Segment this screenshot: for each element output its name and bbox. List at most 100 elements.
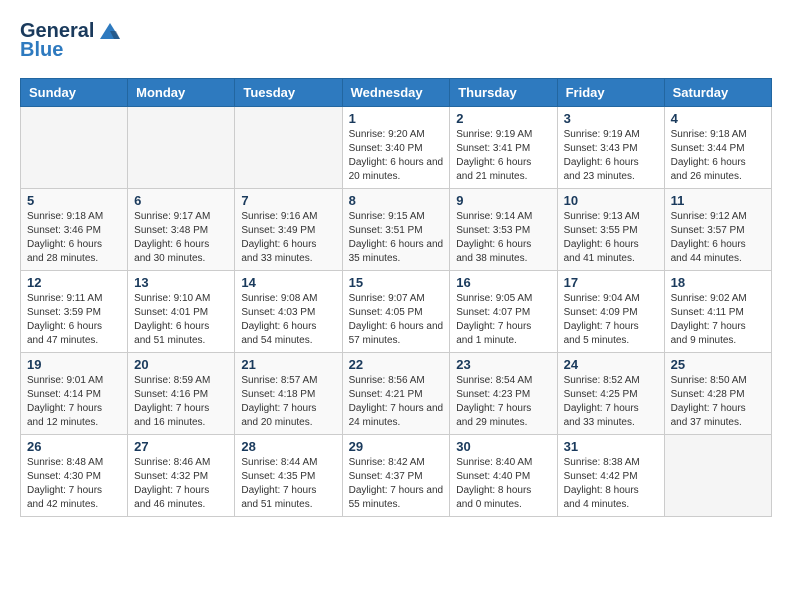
day-header-wednesday: Wednesday	[342, 79, 450, 107]
calendar-day: 12 Sunrise: 9:11 AM Sunset: 3:59 PM Dayli…	[21, 271, 128, 353]
day-info: Sunrise: 9:20 AM Sunset: 3:40 PM Dayligh…	[349, 128, 444, 184]
day-number: 16	[456, 275, 550, 290]
calendar-day: 2Sunrise: 9:19 AM Sunset: 3:41 PM Daylig…	[450, 107, 557, 189]
day-header-thursday: Thursday	[450, 79, 557, 107]
day-number: 13	[134, 275, 228, 290]
day-number: 9	[456, 193, 550, 208]
calendar-day: 24 Sunrise: 8:52 AM Sunset: 4:25 PM Dayli…	[557, 353, 664, 435]
calendar-week-row: 5 Sunrise: 9:18 AM Sunset: 3:46 PM Daylig…	[21, 189, 772, 271]
calendar-day: 16 Sunrise: 9:05 AM Sunset: 4:07 PM Dayli…	[450, 271, 557, 353]
day-info: Sunrise: 9:13 AM Sunset: 3:55 PM Dayligh…	[564, 210, 658, 266]
calendar: SundayMondayTuesdayWednesdayThursdayFrid…	[20, 78, 772, 517]
day-header-sunday: Sunday	[21, 79, 128, 107]
day-number: 11	[671, 193, 765, 208]
day-number: 14	[241, 275, 335, 290]
day-info: Sunrise: 8:50 AM Sunset: 4:28 PM Dayligh…	[671, 374, 765, 430]
day-number: 17	[564, 275, 658, 290]
logo-icon	[96, 21, 124, 43]
calendar-day: 1 Sunrise: 9:20 AM Sunset: 3:40 PM Daylig…	[342, 107, 450, 189]
day-info: Sunrise: 9:18 AM Sunset: 3:44 PM Dayligh…	[671, 128, 765, 184]
calendar-week-row: 19 Sunrise: 9:01 AM Sunset: 4:14 PM Dayli…	[21, 353, 772, 435]
calendar-day: 19 Sunrise: 9:01 AM Sunset: 4:14 PM Dayli…	[21, 353, 128, 435]
calendar-day: 20Sunrise: 8:59 AM Sunset: 4:16 PM Dayli…	[128, 353, 235, 435]
calendar-day: 8 Sunrise: 9:15 AM Sunset: 3:51 PM Daylig…	[342, 189, 450, 271]
day-info: Sunrise: 9:15 AM Sunset: 3:51 PM Dayligh…	[349, 210, 444, 266]
day-info: Sunrise: 9:17 AM Sunset: 3:48 PM Dayligh…	[134, 210, 228, 266]
calendar-day: 29 Sunrise: 8:42 AM Sunset: 4:37 PM Dayli…	[342, 435, 450, 517]
calendar-week-row: 1 Sunrise: 9:20 AM Sunset: 3:40 PM Daylig…	[21, 107, 772, 189]
day-number: 30	[456, 439, 550, 454]
calendar-day	[664, 435, 771, 517]
day-info: Sunrise: 8:46 AM Sunset: 4:32 PM Dayligh…	[134, 456, 228, 512]
calendar-day: 11 Sunrise: 9:12 AM Sunset: 3:57 PM Dayli…	[664, 189, 771, 271]
day-number: 15	[349, 275, 444, 290]
day-number: 5	[27, 193, 121, 208]
day-number: 21	[241, 357, 335, 372]
day-number: 28	[241, 439, 335, 454]
day-info: Sunrise: 9:16 AM Sunset: 3:49 PM Dayligh…	[241, 210, 335, 266]
day-info: Sunrise: 9:07 AM Sunset: 4:05 PM Dayligh…	[349, 292, 444, 348]
calendar-day: 3 Sunrise: 9:19 AM Sunset: 3:43 PM Daylig…	[557, 107, 664, 189]
day-info: Sunrise: 9:19 AM Sunset: 3:41 PM Dayligh…	[456, 128, 550, 184]
day-number: 19	[27, 357, 121, 372]
day-info: Sunrise: 9:02 AM Sunset: 4:11 PM Dayligh…	[671, 292, 765, 348]
day-number: 3	[564, 111, 658, 126]
calendar-day: 26 Sunrise: 8:48 AM Sunset: 4:30 PM Dayli…	[21, 435, 128, 517]
calendar-day: 21 Sunrise: 8:57 AM Sunset: 4:18 PM Dayli…	[235, 353, 342, 435]
calendar-day: 5 Sunrise: 9:18 AM Sunset: 3:46 PM Daylig…	[21, 189, 128, 271]
calendar-day: 13 Sunrise: 9:10 AM Sunset: 4:01 PM Dayli…	[128, 271, 235, 353]
calendar-day	[128, 107, 235, 189]
day-number: 4	[671, 111, 765, 126]
day-header-tuesday: Tuesday	[235, 79, 342, 107]
day-info: Sunrise: 9:10 AM Sunset: 4:01 PM Dayligh…	[134, 292, 228, 348]
calendar-day	[235, 107, 342, 189]
day-info: Sunrise: 8:56 AM Sunset: 4:21 PM Dayligh…	[349, 374, 444, 430]
day-info: Sunrise: 9:01 AM Sunset: 4:14 PM Dayligh…	[27, 374, 121, 430]
calendar-day: 30 Sunrise: 8:40 AM Sunset: 4:40 PM Dayli…	[450, 435, 557, 517]
page-header: General Blue	[20, 20, 772, 62]
calendar-day: 17 Sunrise: 9:04 AM Sunset: 4:09 PM Dayli…	[557, 271, 664, 353]
day-info: Sunrise: 9:05 AM Sunset: 4:07 PM Dayligh…	[456, 292, 550, 348]
day-number: 24	[564, 357, 658, 372]
day-info: Sunrise: 8:48 AM Sunset: 4:30 PM Dayligh…	[27, 456, 121, 512]
calendar-day: 31Sunrise: 8:38 AM Sunset: 4:42 PM Dayli…	[557, 435, 664, 517]
day-info: Sunrise: 8:59 AM Sunset: 4:16 PM Dayligh…	[134, 374, 228, 430]
calendar-day: 18Sunrise: 9:02 AM Sunset: 4:11 PM Dayli…	[664, 271, 771, 353]
day-number: 12	[27, 275, 121, 290]
day-info: Sunrise: 9:11 AM Sunset: 3:59 PM Dayligh…	[27, 292, 121, 348]
day-info: Sunrise: 8:44 AM Sunset: 4:35 PM Dayligh…	[241, 456, 335, 512]
calendar-day: 6Sunrise: 9:17 AM Sunset: 3:48 PM Daylig…	[128, 189, 235, 271]
day-number: 1	[349, 111, 444, 126]
calendar-day: 23Sunrise: 8:54 AM Sunset: 4:23 PM Dayli…	[450, 353, 557, 435]
day-info: Sunrise: 8:52 AM Sunset: 4:25 PM Dayligh…	[564, 374, 658, 430]
day-info: Sunrise: 9:04 AM Sunset: 4:09 PM Dayligh…	[564, 292, 658, 348]
day-number: 29	[349, 439, 444, 454]
day-info: Sunrise: 9:18 AM Sunset: 3:46 PM Dayligh…	[27, 210, 121, 266]
calendar-week-row: 26 Sunrise: 8:48 AM Sunset: 4:30 PM Dayli…	[21, 435, 772, 517]
logo-blue: Blue	[20, 39, 63, 62]
calendar-day: 15 Sunrise: 9:07 AM Sunset: 4:05 PM Dayli…	[342, 271, 450, 353]
day-number: 27	[134, 439, 228, 454]
calendar-day: 9Sunrise: 9:14 AM Sunset: 3:53 PM Daylig…	[450, 189, 557, 271]
day-info: Sunrise: 8:38 AM Sunset: 4:42 PM Dayligh…	[564, 456, 658, 512]
calendar-day	[21, 107, 128, 189]
calendar-week-row: 12 Sunrise: 9:11 AM Sunset: 3:59 PM Dayli…	[21, 271, 772, 353]
logo: General Blue	[20, 20, 124, 62]
day-number: 25	[671, 357, 765, 372]
calendar-day: 28 Sunrise: 8:44 AM Sunset: 4:35 PM Dayli…	[235, 435, 342, 517]
day-header-monday: Monday	[128, 79, 235, 107]
day-number: 7	[241, 193, 335, 208]
calendar-day: 27 Sunrise: 8:46 AM Sunset: 4:32 PM Dayli…	[128, 435, 235, 517]
calendar-day: 10Sunrise: 9:13 AM Sunset: 3:55 PM Dayli…	[557, 189, 664, 271]
day-info: Sunrise: 8:42 AM Sunset: 4:37 PM Dayligh…	[349, 456, 444, 512]
day-header-friday: Friday	[557, 79, 664, 107]
day-number: 26	[27, 439, 121, 454]
day-header-saturday: Saturday	[664, 79, 771, 107]
day-number: 8	[349, 193, 444, 208]
day-info: Sunrise: 9:12 AM Sunset: 3:57 PM Dayligh…	[671, 210, 765, 266]
day-info: Sunrise: 8:57 AM Sunset: 4:18 PM Dayligh…	[241, 374, 335, 430]
day-info: Sunrise: 8:40 AM Sunset: 4:40 PM Dayligh…	[456, 456, 550, 512]
day-info: Sunrise: 9:19 AM Sunset: 3:43 PM Dayligh…	[564, 128, 658, 184]
day-info: Sunrise: 8:54 AM Sunset: 4:23 PM Dayligh…	[456, 374, 550, 430]
calendar-day: 14Sunrise: 9:08 AM Sunset: 4:03 PM Dayli…	[235, 271, 342, 353]
